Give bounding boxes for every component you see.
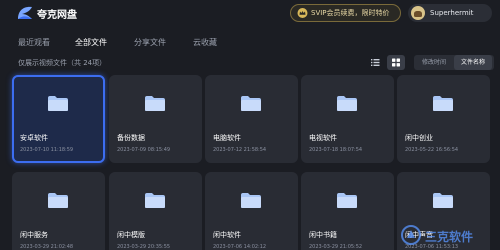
folder-name: 电脑软件 bbox=[213, 134, 241, 142]
folder-date: 2023-07-18 18:07:54 bbox=[309, 147, 363, 153]
folder-date: 2023-05-22 16:56:54 bbox=[405, 147, 459, 153]
watermark-text: 三克软件 bbox=[425, 230, 474, 244]
folder-card[interactable]: 电脑软件 2023-07-12 21:58:54 bbox=[205, 75, 298, 163]
folder-grid: 安卓软件 2023-07-10 11:18:59 备份数据 2023-07-09 08… bbox=[0, 0, 500, 250]
folder-date: 2023-03-29 20:35:55 bbox=[117, 244, 171, 250]
folder-date: 2023-03-29 21:02:48 bbox=[20, 244, 74, 250]
folder-name: 电视软件 bbox=[309, 134, 337, 142]
folder-icon bbox=[337, 193, 357, 208]
folder-card[interactable]: 安卓软件 2023-07-10 11:18:59 bbox=[12, 75, 105, 163]
folder-name: 闲中创业 bbox=[405, 134, 433, 142]
folder-date: 2023-07-09 08:15:49 bbox=[117, 147, 171, 153]
folder-name: 闲中书籍 bbox=[309, 231, 337, 239]
folder-card[interactable]: 闲中创业 2023-05-22 16:56:54 bbox=[397, 75, 490, 163]
folder-card[interactable]: 闲中服务 2023-03-29 21:02:48 bbox=[12, 172, 105, 250]
folder-card[interactable]: 闲中模版 2023-03-29 20:35:55 bbox=[109, 172, 202, 250]
folder-icon bbox=[48, 96, 68, 111]
folder-card[interactable]: 备份数据 2023-07-09 08:15:49 bbox=[109, 75, 202, 163]
folder-date: 2023-03-29 21:05:52 bbox=[309, 244, 363, 250]
watermark: 三克软件 bbox=[395, 222, 500, 250]
folder-date: 2023-07-12 21:58:54 bbox=[213, 147, 267, 153]
folder-icon bbox=[433, 193, 453, 208]
folder-icon bbox=[241, 193, 261, 208]
folder-name: 备份数据 bbox=[117, 134, 145, 142]
folder-icon bbox=[48, 193, 68, 208]
folder-card[interactable]: 闲中软件 2023-07-06 14:02:12 bbox=[205, 172, 298, 250]
folder-card[interactable]: 电视软件 2023-07-18 18:07:54 bbox=[301, 75, 394, 163]
folder-name: 闲中模版 bbox=[117, 231, 145, 239]
folder-card[interactable]: 闲中书籍 2023-03-29 21:05:52 bbox=[301, 172, 394, 250]
folder-name: 闲中软件 bbox=[213, 231, 241, 239]
folder-name: 安卓软件 bbox=[20, 134, 48, 142]
folder-icon bbox=[337, 96, 357, 111]
folder-name: 闲中服务 bbox=[20, 231, 48, 239]
folder-icon bbox=[241, 96, 261, 111]
folder-icon bbox=[145, 193, 165, 208]
folder-icon bbox=[145, 96, 165, 111]
folder-icon bbox=[433, 96, 453, 111]
folder-date: 2023-07-10 11:18:59 bbox=[20, 147, 74, 153]
folder-date: 2023-07-06 14:02:12 bbox=[213, 244, 267, 250]
watermark-logo-icon bbox=[401, 225, 421, 245]
